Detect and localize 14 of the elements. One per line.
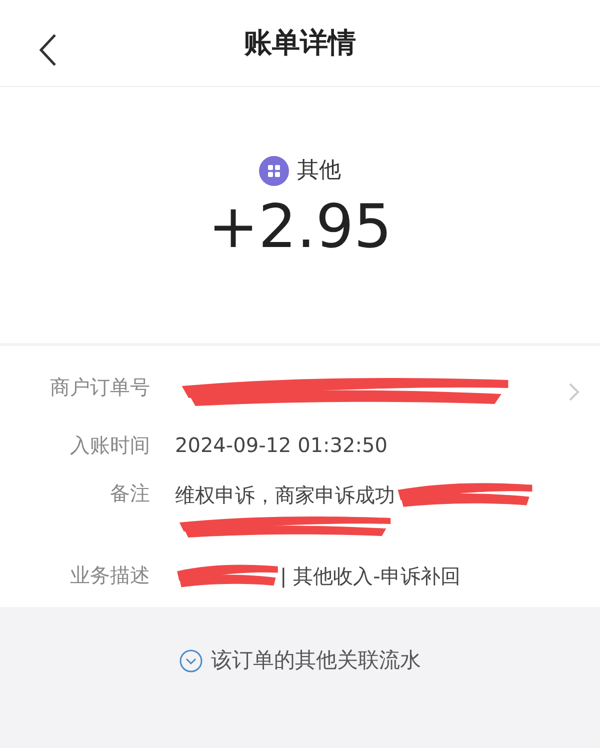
- field-label: 入账时间: [69, 432, 150, 459]
- field-label: 商户订单号: [49, 374, 150, 401]
- category-label: 其他: [297, 157, 341, 185]
- field-value: 2024-09-12 01:32:50: [175, 433, 388, 457]
- chevron-down-circle-icon: [179, 648, 203, 673]
- back-icon: [38, 33, 58, 67]
- field-value: | 其他收入-申诉补回: [280, 563, 460, 590]
- related-transactions-link[interactable]: 该订单的其他关联流水: [179, 645, 421, 676]
- field-label: 业务描述: [69, 562, 150, 589]
- field-label: 备注: [109, 480, 150, 507]
- grid-icon: [259, 156, 289, 186]
- page-title: 账单详情: [244, 25, 356, 61]
- field-value: 维权申诉，商家申诉成功: [175, 482, 395, 509]
- amount-text: +2.95: [208, 197, 392, 257]
